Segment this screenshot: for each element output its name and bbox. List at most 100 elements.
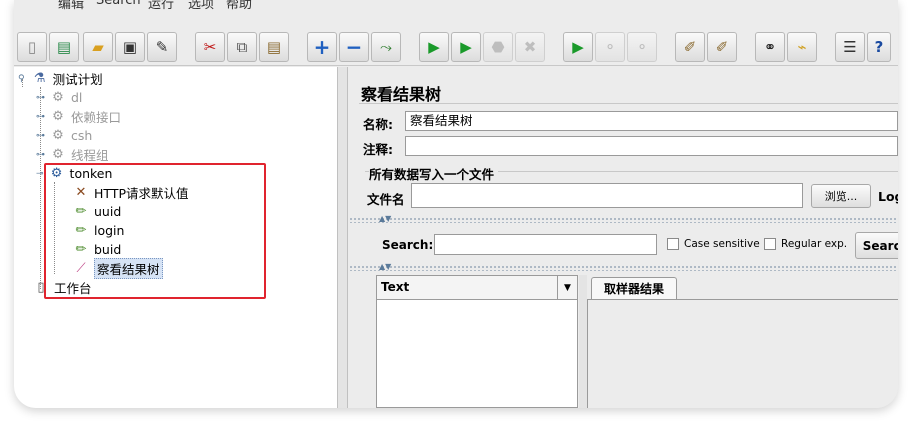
collapse-toggle-icon[interactable]: ⚲ bbox=[18, 74, 25, 84]
function-helper-button[interactable]: ☰ bbox=[835, 32, 865, 62]
highlight-box bbox=[44, 163, 266, 299]
case-sensitive-checkbox[interactable] bbox=[667, 238, 679, 250]
results-list-panel: Text ▼ bbox=[376, 275, 578, 408]
case-sensitive-label: Case sensitive bbox=[684, 238, 760, 250]
shutdown-icon: ✖ bbox=[523, 37, 537, 56]
comment-field[interactable] bbox=[405, 136, 898, 156]
chevron-down-icon[interactable]: ▼ bbox=[557, 276, 577, 299]
start-no-pauses-button[interactable]: ▶ bbox=[451, 32, 481, 62]
toolbar: ▯ ▤ ▰ ▣ ✎ ✂ ⧉ ▤ + − ⤳ ▶ ▶ ⬣ ✖ ▶ ⚬ ⚬ ✐ ✐ … bbox=[14, 28, 898, 66]
remote-start-icon: ▶ bbox=[572, 37, 584, 56]
remote-stop-icon: ⚬ bbox=[603, 37, 617, 56]
gear-icon: ⚙ bbox=[52, 128, 64, 143]
expand-toggle-icon[interactable]: ⊶ bbox=[36, 131, 45, 141]
paste-icon: ▤ bbox=[266, 37, 282, 56]
tree-root-label: 测试计划 bbox=[52, 72, 103, 87]
regex-checkbox[interactable] bbox=[764, 238, 776, 250]
gear-icon: ⚙ bbox=[52, 90, 64, 105]
collapse-toggle-icon[interactable]: ⊸ bbox=[36, 169, 44, 179]
tab-sampler-result[interactable]: 取样器结果 bbox=[591, 277, 677, 299]
save-button[interactable]: ▣ bbox=[115, 32, 145, 62]
start-button[interactable]: ▶ bbox=[419, 32, 449, 62]
remote-shutdown-button[interactable]: ⚬ bbox=[627, 32, 657, 62]
search-input[interactable] bbox=[434, 234, 657, 255]
broom-icon: ⌁ bbox=[797, 37, 807, 56]
results-tabs: 取样器结果 bbox=[587, 275, 898, 408]
collapse-icon: − bbox=[345, 35, 363, 59]
menu-edit[interactable]: 编辑 bbox=[58, 0, 84, 12]
browse-button[interactable]: 浏览... bbox=[811, 184, 871, 208]
clear-icon: ✐ bbox=[683, 37, 697, 56]
list-icon: ☰ bbox=[843, 37, 857, 56]
expand-toggle-icon[interactable]: ⊶ bbox=[36, 93, 45, 103]
divider-arrows-icon[interactable]: ▲▼ bbox=[379, 214, 391, 223]
tree-item-thread-group[interactable]: ⊶ ⚙ 线程组 bbox=[36, 145, 109, 164]
start-no-pause-icon: ▶ bbox=[460, 37, 472, 56]
divider-dots[interactable] bbox=[349, 217, 898, 223]
renderer-select-value: Text bbox=[381, 280, 410, 294]
expand-toggle-icon[interactable]: ⊶ bbox=[36, 150, 45, 160]
shutdown-button[interactable]: ✖ bbox=[515, 32, 545, 62]
copy-button[interactable]: ⧉ bbox=[227, 32, 257, 62]
binoculars-icon: ⚭ bbox=[763, 37, 777, 56]
open-button[interactable]: ▰ bbox=[83, 32, 113, 62]
results-splitter[interactable] bbox=[579, 275, 587, 408]
tree-item-dependency[interactable]: ⊶ ⚙ 依赖接口 bbox=[36, 107, 121, 126]
listener-panel: 察看结果树 名称: 察看结果树 注释: 所有数据写入一个文件 文件名 浏览...… bbox=[349, 67, 898, 408]
panel-title: 察看结果树 bbox=[361, 85, 442, 104]
tree-item-dl[interactable]: ⊶ ⚙ dl bbox=[36, 88, 82, 107]
name-field[interactable]: 察看结果树 bbox=[405, 111, 898, 131]
toggle-button[interactable]: ⤳ bbox=[371, 32, 401, 62]
collapse-all-button[interactable]: − bbox=[339, 32, 369, 62]
tree-root-test-plan[interactable]: ⚲ ⚗ 测试计划 bbox=[18, 69, 103, 88]
reset-search-button[interactable]: ⌁ bbox=[787, 32, 817, 62]
app-window: 编辑 Search 运行 选项 帮助 ▯ ▤ ▰ ▣ ✎ ✂ ⧉ ▤ + − ⤳… bbox=[14, 0, 898, 408]
expand-all-button[interactable]: + bbox=[307, 32, 337, 62]
search-button[interactable]: Search bbox=[855, 232, 898, 259]
copy-icon: ⧉ bbox=[236, 37, 248, 56]
renderer-select[interactable]: Text ▼ bbox=[377, 276, 577, 300]
expand-toggle-icon[interactable]: ⊶ bbox=[36, 112, 45, 122]
cut-icon: ✂ bbox=[203, 37, 217, 56]
menu-run[interactable]: 运行 bbox=[148, 0, 174, 12]
tab-content bbox=[587, 299, 898, 408]
search-button-toolbar[interactable]: ⚭ bbox=[755, 32, 785, 62]
menu-options[interactable]: 选项 bbox=[188, 0, 214, 12]
help-icon: ? bbox=[874, 37, 884, 56]
gear-icon: ⚙ bbox=[52, 147, 64, 162]
menu-bar: 编辑 Search 运行 选项 帮助 bbox=[14, 0, 898, 22]
filename-field[interactable] bbox=[411, 183, 803, 208]
clear-button[interactable]: ✐ bbox=[675, 32, 705, 62]
paste-button[interactable]: ▤ bbox=[259, 32, 289, 62]
write-file-group-title: 所有数据写入一个文件 bbox=[369, 164, 499, 183]
tree-item-csh[interactable]: ⊶ ⚙ csh bbox=[36, 126, 92, 145]
log-label: Log bbox=[878, 189, 898, 204]
open-icon: ▰ bbox=[92, 37, 104, 56]
flask-icon: ⚗ bbox=[33, 71, 46, 86]
cut-button[interactable]: ✂ bbox=[195, 32, 225, 62]
remote-stop-button[interactable]: ⚬ bbox=[595, 32, 625, 62]
save-as-icon: ✎ bbox=[155, 37, 169, 56]
stop-button[interactable]: ⬣ bbox=[483, 32, 513, 62]
new-button[interactable]: ▯ bbox=[17, 32, 47, 62]
new-icon: ▯ bbox=[27, 37, 37, 56]
filename-label: 文件名 bbox=[367, 192, 405, 207]
save-as-button[interactable]: ✎ bbox=[147, 32, 177, 62]
tree-item-label: csh bbox=[71, 128, 93, 143]
clear-all-button[interactable]: ✐ bbox=[707, 32, 737, 62]
stop-icon: ⬣ bbox=[491, 37, 505, 56]
divider-dots[interactable] bbox=[349, 265, 898, 271]
menu-help[interactable]: 帮助 bbox=[226, 0, 252, 12]
clear-all-icon: ✐ bbox=[715, 37, 729, 56]
start-icon: ▶ bbox=[428, 37, 440, 56]
tree-item-label: 线程组 bbox=[71, 148, 109, 163]
menu-search[interactable]: Search bbox=[96, 0, 141, 8]
help-button[interactable]: ? bbox=[867, 32, 891, 62]
remote-start-button[interactable]: ▶ bbox=[563, 32, 593, 62]
search-bar: Search: Case sensitive Regular exp. Sear… bbox=[349, 229, 898, 263]
gear-icon: ⚙ bbox=[52, 109, 64, 124]
templates-button[interactable]: ▤ bbox=[49, 32, 79, 62]
divider-arrows-icon[interactable]: ▲▼ bbox=[379, 262, 391, 271]
main-splitter[interactable] bbox=[338, 67, 348, 408]
templates-icon: ▤ bbox=[56, 37, 72, 56]
